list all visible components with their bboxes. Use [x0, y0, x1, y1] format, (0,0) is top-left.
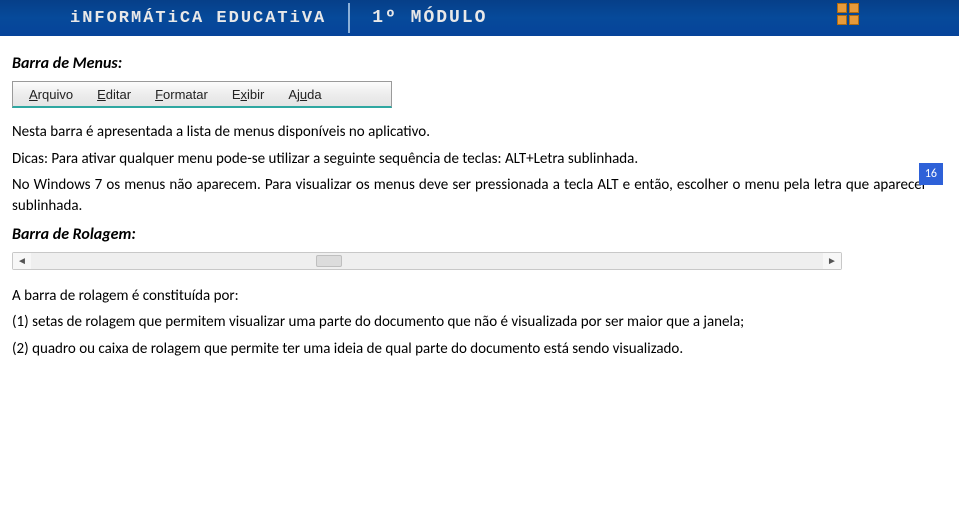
- paragraph-win7: No Windows 7 os menus não aparecem. Para…: [12, 175, 927, 216]
- menu-item-editar[interactable]: Editar: [87, 85, 141, 104]
- paragraph-dicas: Dicas: Para ativar qualquer menu pode-se…: [12, 149, 927, 170]
- section-title-menus: Barra de Menus:: [12, 54, 927, 73]
- section-title-rolagem: Barra de Rolagem:: [12, 225, 927, 244]
- banner-separator: [348, 3, 350, 33]
- scroll-track[interactable]: [31, 253, 823, 269]
- paragraph-intro: Nesta barra é apresentada a lista de men…: [12, 122, 927, 143]
- course-banner: iNFORMÁTiCA EDUCATiVA 1º MÓDULO: [0, 0, 959, 36]
- menu-item-formatar[interactable]: Formatar: [145, 85, 218, 104]
- list-item-2: (2) quadro ou caixa de rolagem que permi…: [12, 339, 927, 360]
- banner-decor-icon: [837, 3, 859, 25]
- menu-item-arquivo[interactable]: Arquivo: [19, 85, 83, 104]
- scroll-thumb[interactable]: [316, 255, 342, 267]
- banner-title: iNFORMÁTiCA EDUCATiVA: [70, 9, 326, 28]
- scrollbar-screenshot: ◄ ►: [12, 252, 842, 270]
- paragraph-rolagem-intro: A barra de rolagem é constituída por:: [12, 286, 927, 307]
- banner-module: 1º MÓDULO: [372, 8, 487, 28]
- scroll-left-arrow-icon[interactable]: ◄: [13, 253, 31, 269]
- page-number-badge: 16: [919, 163, 943, 185]
- scroll-right-arrow-icon[interactable]: ►: [823, 253, 841, 269]
- menubar-screenshot: Arquivo Editar Formatar Exibir Ajuda: [12, 81, 392, 108]
- list-item-1: (1) setas de rolagem que permitem visual…: [12, 312, 927, 333]
- menu-item-ajuda[interactable]: Ajuda: [278, 85, 331, 104]
- menu-item-exibir[interactable]: Exibir: [222, 85, 275, 104]
